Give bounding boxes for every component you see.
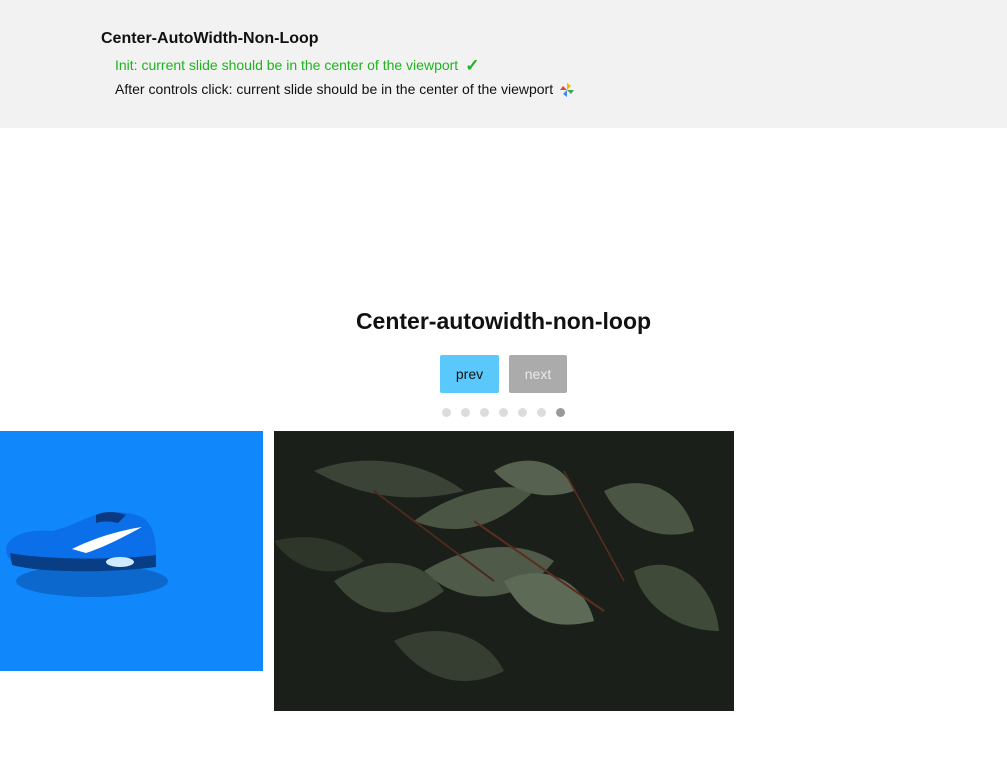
test-results-panel: Center-AutoWidth-Non-Loop Init: current … <box>0 0 1007 128</box>
carousel-dot[interactable] <box>480 408 489 417</box>
next-button[interactable]: next <box>509 355 567 393</box>
sneaker-image <box>6 512 168 597</box>
carousel-dot[interactable] <box>499 408 508 417</box>
leaves-image <box>274 431 734 711</box>
carousel-dot[interactable] <box>442 408 451 417</box>
test-check-init: Init: current slide should be in the cen… <box>115 56 479 76</box>
carousel-dot[interactable] <box>518 408 527 417</box>
test-check-controls: After controls click: current slide shou… <box>115 81 575 98</box>
check-icon: ✓ <box>465 56 480 75</box>
carousel-title: Center-autowidth-non-loop <box>355 308 652 334</box>
slide-dark-leaves <box>274 431 734 711</box>
test-check-init-text: Init: current slide should be in the cen… <box>115 57 459 73</box>
carousel-dot[interactable] <box>537 408 546 417</box>
carousel-dot[interactable] <box>556 408 565 417</box>
test-check-controls-text: After controls click: current slide shou… <box>115 81 554 97</box>
prev-button[interactable]: prev <box>440 355 499 393</box>
carousel-dot[interactable] <box>461 408 470 417</box>
pinwheel-icon <box>559 82 575 98</box>
test-suite-title: Center-AutoWidth-Non-Loop <box>101 30 319 47</box>
slide-blue-sneaker <box>0 431 263 671</box>
